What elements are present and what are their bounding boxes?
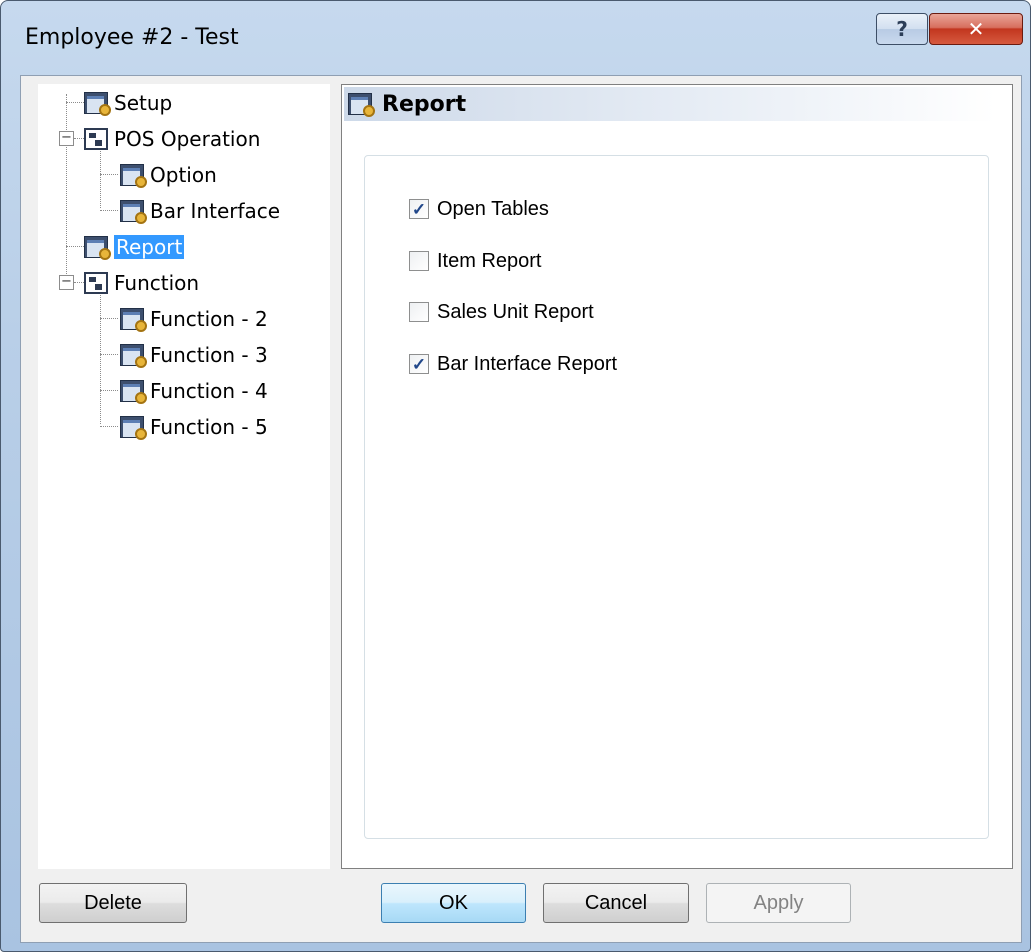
tree-item-label: Setup [114,91,173,115]
help-icon: ? [896,17,908,41]
checkbox-unchecked-icon[interactable] [409,302,429,322]
gear-window-icon [120,380,147,404]
tree-connector [100,318,118,319]
tree-connector [100,426,118,427]
tree-item-label: Function - 2 [150,307,268,331]
tree-connector [66,102,84,103]
title-bar[interactable]: Employee #2 - Test ? ✕ [1,1,1030,75]
tree-connector [100,146,101,208]
panel-title: Report [382,91,467,117]
gear-window-icon [120,344,147,368]
tree-item-option[interactable]: Option [120,160,217,190]
tree-node-icon [84,272,108,294]
tree-connector [74,282,84,283]
tree-item-pos-operation[interactable]: POS Operation [84,124,260,154]
sales-unit-report-checkbox[interactable]: Sales Unit Report [409,299,594,325]
close-button[interactable]: ✕ [929,13,1023,45]
tree-item-label: Function - 5 [150,415,268,439]
tree-item-function-4[interactable]: Function - 4 [120,376,268,406]
gear-window-icon [120,416,147,440]
collapse-icon[interactable]: − [59,131,74,146]
item-report-checkbox[interactable]: Item Report [409,248,541,274]
checkbox-label: Open Tables [437,197,549,220]
checkbox-unchecked-icon[interactable] [409,251,429,271]
tree-item-label: Option [150,163,217,187]
report-settings-panel: Report ✓ Open Tables Item Report Sales U… [341,84,1013,869]
close-icon: ✕ [967,17,985,41]
checkbox-label: Item Report [437,249,542,272]
bar-interface-report-checkbox[interactable]: ✓ Bar Interface Report [409,351,617,377]
tree-item-label: Function - 3 [150,343,268,367]
tree-node-icon [84,128,108,150]
ok-button[interactable]: OK [381,883,526,923]
tree-item-function[interactable]: Function [84,268,199,298]
checkbox-checked-icon[interactable]: ✓ [409,199,429,219]
help-button[interactable]: ? [876,13,928,45]
dialog-client-area: − − Setup POS Operation Option Bar Inter… [20,75,1022,943]
apply-button[interactable]: Apply [706,883,851,923]
tree-item-label: POS Operation [114,127,261,151]
checkbox-label: Sales Unit Report [437,300,594,323]
tree-connector [100,210,118,211]
gear-window-icon [120,200,147,224]
tree-connector [100,354,118,355]
tree-connector [66,246,84,247]
tree-connector [100,290,101,424]
tree-item-bar-interface[interactable]: Bar Interface [120,196,280,226]
checkbox-label: Bar Interface Report [437,352,618,375]
tree-connector [66,94,67,286]
tree-item-report[interactable]: Report [84,232,185,262]
checkbox-checked-icon[interactable]: ✓ [409,354,429,374]
tree-item-label: Function [114,271,200,295]
gear-window-icon [120,308,147,332]
tree-connector [100,390,118,391]
tree-item-function-3[interactable]: Function - 3 [120,340,268,370]
tree-connector [74,138,84,139]
gear-window-icon [84,236,111,260]
panel-header: Report [344,87,996,121]
tree-item-setup[interactable]: Setup [84,88,172,118]
cancel-button[interactable]: Cancel [543,883,689,923]
open-tables-checkbox[interactable]: ✓ Open Tables [409,196,549,222]
tree-item-function-2[interactable]: Function - 2 [120,304,268,334]
window-title: Employee #2 - Test [25,25,239,50]
gear-window-icon [120,164,147,188]
tree-item-label: Bar Interface [150,199,281,223]
report-options-group: ✓ Open Tables Item Report Sales Unit Rep… [364,155,989,839]
tree-item-label: Function - 4 [150,379,268,403]
tree-connector [100,174,118,175]
gear-window-icon [348,93,375,117]
tree-item-label: Report [114,235,185,259]
delete-button[interactable]: Delete [39,883,187,923]
tree-item-function-5[interactable]: Function - 5 [120,412,268,442]
collapse-icon[interactable]: − [59,275,74,290]
navigation-tree[interactable]: − − Setup POS Operation Option Bar Inter… [38,84,330,869]
gear-window-icon [84,92,111,116]
dialog-window: Employee #2 - Test ? ✕ − − Setup POS Ope… [0,0,1031,952]
